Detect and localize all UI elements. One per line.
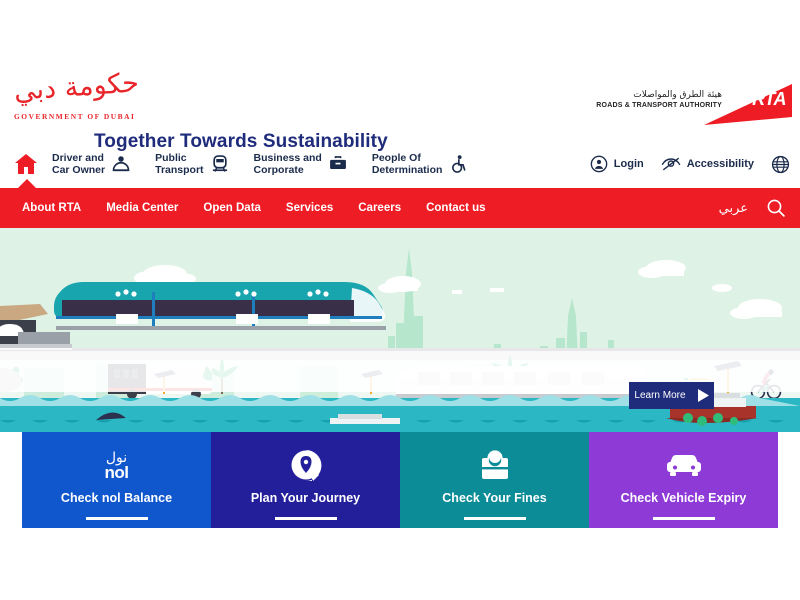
nav-item-label: People Of Determination — [371, 151, 443, 177]
nav-item-driver-and-car-owner[interactable]: Driver and Car Owner — [52, 152, 131, 177]
logo-bar: حكومة دبي GOVERNMENT OF DUBAI هيئة الطرق… — [0, 0, 800, 140]
briefcase-icon — [329, 156, 346, 169]
nol-latin-label: nol — [104, 463, 130, 482]
nav-item-label: Business and Corporate — [253, 151, 322, 177]
wheelchair-icon — [452, 155, 466, 173]
play-triangle-icon — [697, 389, 709, 402]
rta-logo-arabic: هيئة الطرق والمواصلات — [633, 90, 722, 100]
rta-swoosh-icon: RTA — [704, 84, 792, 128]
card-label: Check Vehicle Expiry — [620, 491, 747, 505]
secondary-navigation-bar: About RTA Media Center Open Data Service… — [0, 188, 800, 228]
language-globe-button[interactable] — [771, 155, 790, 174]
fines-inbox-icon — [478, 448, 512, 484]
card-check-your-fines[interactable]: Check Your Fines — [400, 432, 589, 528]
learn-more-button[interactable]: Learn More — [629, 382, 714, 409]
nol-logo-icon: نول nol — [104, 448, 130, 484]
login-button[interactable]: Login — [590, 155, 644, 173]
nav-services[interactable]: Services — [286, 202, 333, 214]
card-underline — [652, 517, 715, 520]
card-plan-your-journey[interactable]: Plan Your Journey — [211, 432, 400, 528]
card-label: Check nol Balance — [60, 491, 173, 505]
home-icon — [15, 154, 37, 174]
government-of-dubai-logo[interactable]: حكومة دبي GOVERNMENT OF DUBAI — [13, 67, 184, 121]
card-label: Plan Your Journey — [250, 491, 361, 505]
nav-item-people-of-determination[interactable]: People Of Determination — [372, 152, 469, 177]
nav-right-group: Login Accessibility — [590, 140, 790, 188]
nav-open-data[interactable]: Open Data — [203, 202, 261, 214]
train-icon — [212, 155, 227, 172]
login-label: Login — [613, 158, 644, 170]
nav-item-public-transport[interactable]: Public Transport — [155, 152, 229, 177]
nav-item-label: Public Transport — [155, 151, 204, 177]
nav-careers[interactable]: Careers — [358, 202, 401, 214]
nav-about-rta[interactable]: About RTA — [22, 202, 81, 214]
arabic-language-toggle[interactable]: عربي — [719, 201, 748, 216]
rta-mark-label: RTA — [752, 89, 786, 109]
rta-logo-english: ROADS & TRANSPORT AUTHORITY — [596, 101, 722, 109]
nav-contact-us[interactable]: Contact us — [426, 202, 485, 214]
driver-icon — [112, 156, 130, 172]
user-circle-icon — [590, 155, 608, 173]
gov-logo-arabic: حكومة دبي — [12, 67, 140, 107]
card-underline — [274, 517, 337, 520]
gov-logo-english: GOVERNMENT OF DUBAI — [14, 112, 136, 121]
card-label: Check Your Fines — [442, 491, 547, 505]
nav-item-label: Driver and Car Owner — [52, 151, 106, 177]
search-icon[interactable] — [766, 198, 786, 218]
car-icon — [665, 448, 703, 484]
rta-homepage: حكومة دبي GOVERNMENT OF DUBAI هيئة الطرق… — [0, 0, 800, 600]
rta-logo-text: هيئة الطرق والمواصلات ROADS & TRANSPORT … — [592, 90, 722, 109]
learn-more-label: Learn More — [634, 390, 686, 401]
secondary-nav-right: عربي — [719, 198, 786, 218]
card-underline — [463, 517, 526, 520]
card-check-nol-balance[interactable]: نول nol Check nol Balance — [22, 432, 211, 528]
rta-logo[interactable]: هيئة الطرق والمواصلات ROADS & TRANSPORT … — [592, 84, 792, 132]
accessibility-button[interactable]: Accessibility — [661, 155, 754, 173]
nav-media-center[interactable]: Media Center — [106, 202, 178, 214]
accessibility-label: Accessibility — [686, 158, 754, 170]
map-pin-icon — [289, 448, 323, 484]
eye-slash-icon — [661, 157, 681, 171]
card-check-vehicle-expiry[interactable]: Check Vehicle Expiry — [589, 432, 778, 528]
secondary-nav-items: About RTA Media Center Open Data Service… — [22, 202, 486, 214]
active-tab-pointer — [18, 179, 36, 188]
quick-service-cards: نول nol Check nol Balance Plan Your Jour… — [22, 432, 778, 528]
card-underline — [85, 517, 148, 520]
nav-item-business-and-corporate[interactable]: Business and Corporate — [254, 152, 348, 177]
globe-icon — [771, 155, 790, 173]
hero-title: Together Towards Sustainability — [94, 131, 388, 152]
